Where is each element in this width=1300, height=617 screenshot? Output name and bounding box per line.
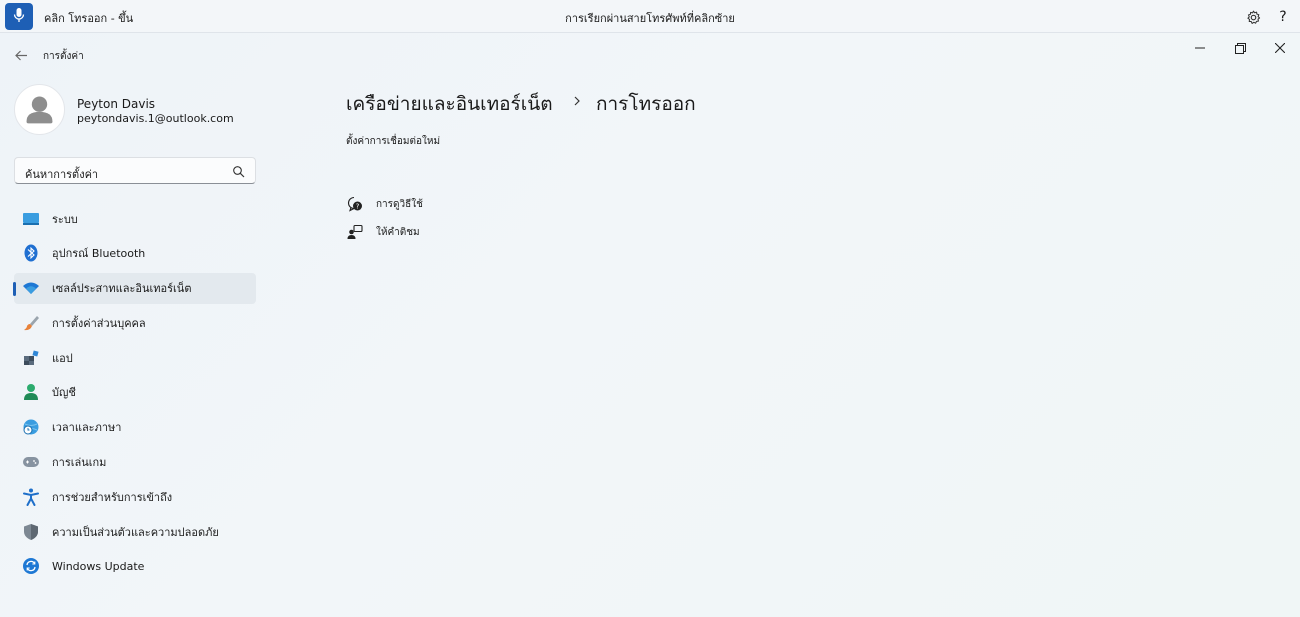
breadcrumb-parent[interactable]: เครือข่ายและอินเทอร์เน็ต bbox=[346, 89, 553, 119]
update-icon bbox=[22, 557, 40, 575]
sidebar-item-label: ความเป็นส่วนตัวและความปลอดภัย bbox=[52, 525, 219, 539]
sidebar-item-windows-update[interactable]: Windows Update bbox=[14, 551, 256, 582]
gamepad-icon bbox=[22, 453, 40, 471]
app-title: การตั้งค่า bbox=[43, 51, 84, 62]
help-link-label: การดูวิธีใช้ bbox=[376, 198, 423, 210]
get-help-link[interactable]: ? การดูวิธีใช้ bbox=[346, 194, 423, 214]
svg-text:?: ? bbox=[356, 203, 360, 211]
paintbrush-icon bbox=[22, 314, 40, 332]
sidebar-item-network[interactable]: เซลล์ประสาทและอินเทอร์เน็ต bbox=[13, 272, 256, 304]
settings-search-input[interactable]: ค้นหาการตั้งค่า bbox=[14, 157, 256, 184]
sidebar-item-label: เวลาและภาษา bbox=[52, 421, 122, 435]
profile-email: peytondavis.1@outlook.com bbox=[77, 112, 234, 125]
sidebar-item-accessibility[interactable]: การช่วยสำหรับการเข้าถึง bbox=[14, 481, 256, 512]
avatar[interactable] bbox=[14, 84, 65, 135]
bluetooth-icon bbox=[22, 244, 40, 262]
sidebar-item-label: บัญชี bbox=[52, 386, 76, 400]
voice-access-bar: คลิก โทรออก - ขึ้น การเรียกผ่านสายโทรศัพ… bbox=[0, 0, 1300, 33]
feedback-icon bbox=[346, 224, 364, 240]
sidebar-item-accounts[interactable]: บัญชี bbox=[14, 377, 256, 408]
setup-new-connection-link[interactable]: ตั้งค่าการเชื่อมต่อใหม่ bbox=[346, 134, 440, 149]
sidebar-item-system[interactable]: ระบบ bbox=[14, 203, 256, 234]
sidebar-item-label: การเล่นเกม bbox=[52, 456, 107, 470]
sidebar-item-privacy[interactable]: ความเป็นส่วนตัวและความปลอดภัย bbox=[14, 516, 256, 547]
chevron-right-icon bbox=[570, 93, 584, 107]
help-chat-icon: ? bbox=[346, 196, 364, 212]
sidebar-item-label: เซลล์ประสาทและอินเทอร์เน็ต bbox=[52, 282, 192, 296]
sidebar-item-label: ระบบ bbox=[52, 212, 78, 226]
wifi-icon bbox=[22, 279, 40, 297]
sidebar-item-gaming[interactable]: การเล่นเกม bbox=[14, 447, 256, 478]
back-arrow-icon bbox=[14, 46, 28, 65]
sidebar-item-personalization[interactable]: การตั้งค่าส่วนบุคคล bbox=[14, 307, 256, 338]
sidebar-item-label: Windows Update bbox=[52, 559, 145, 573]
give-feedback-link[interactable]: ให้คำติชม bbox=[346, 222, 420, 242]
help-icon[interactable]: ? bbox=[1273, 7, 1293, 27]
close-button[interactable] bbox=[1268, 38, 1292, 58]
sidebar-item-time-language[interactable]: เวลาและภาษา bbox=[14, 412, 256, 443]
voice-hint-text: การเรียกผ่านสายโทรศัพท์ที่คลิกซ้าย bbox=[565, 12, 735, 25]
search-text: ค้นหาการตั้งค่า bbox=[25, 168, 99, 181]
sidebar-nav: ระบบ อุปกรณ์ Bluetooth เซลล์ประสาทและอิน… bbox=[13, 203, 256, 586]
system-icon bbox=[22, 210, 40, 228]
account-icon bbox=[22, 383, 40, 401]
globe-clock-icon bbox=[22, 418, 40, 436]
back-button[interactable] bbox=[12, 46, 30, 64]
sidebar-item-label: อุปกรณ์ Bluetooth bbox=[52, 247, 146, 261]
minimize-button[interactable] bbox=[1188, 38, 1212, 58]
profile-name: Peyton Davis bbox=[77, 97, 156, 111]
search-icon[interactable] bbox=[232, 164, 246, 178]
accessibility-icon bbox=[22, 488, 40, 506]
restore-button[interactable] bbox=[1228, 38, 1252, 58]
page-title: การโทรออก bbox=[596, 93, 696, 115]
sidebar-item-apps[interactable]: แอป bbox=[14, 342, 256, 373]
feedback-link-label: ให้คำติชม bbox=[376, 226, 420, 238]
shield-icon bbox=[22, 523, 40, 541]
sidebar-item-label: แอป bbox=[52, 351, 73, 365]
sidebar-item-bluetooth[interactable]: อุปกรณ์ Bluetooth bbox=[14, 238, 256, 269]
sidebar-item-label: การตั้งค่าส่วนบุคคล bbox=[52, 316, 146, 330]
apps-icon bbox=[22, 349, 40, 367]
voice-settings-icon[interactable] bbox=[1243, 7, 1263, 27]
sidebar-item-label: การช่วยสำหรับการเข้าถึง bbox=[52, 490, 173, 504]
